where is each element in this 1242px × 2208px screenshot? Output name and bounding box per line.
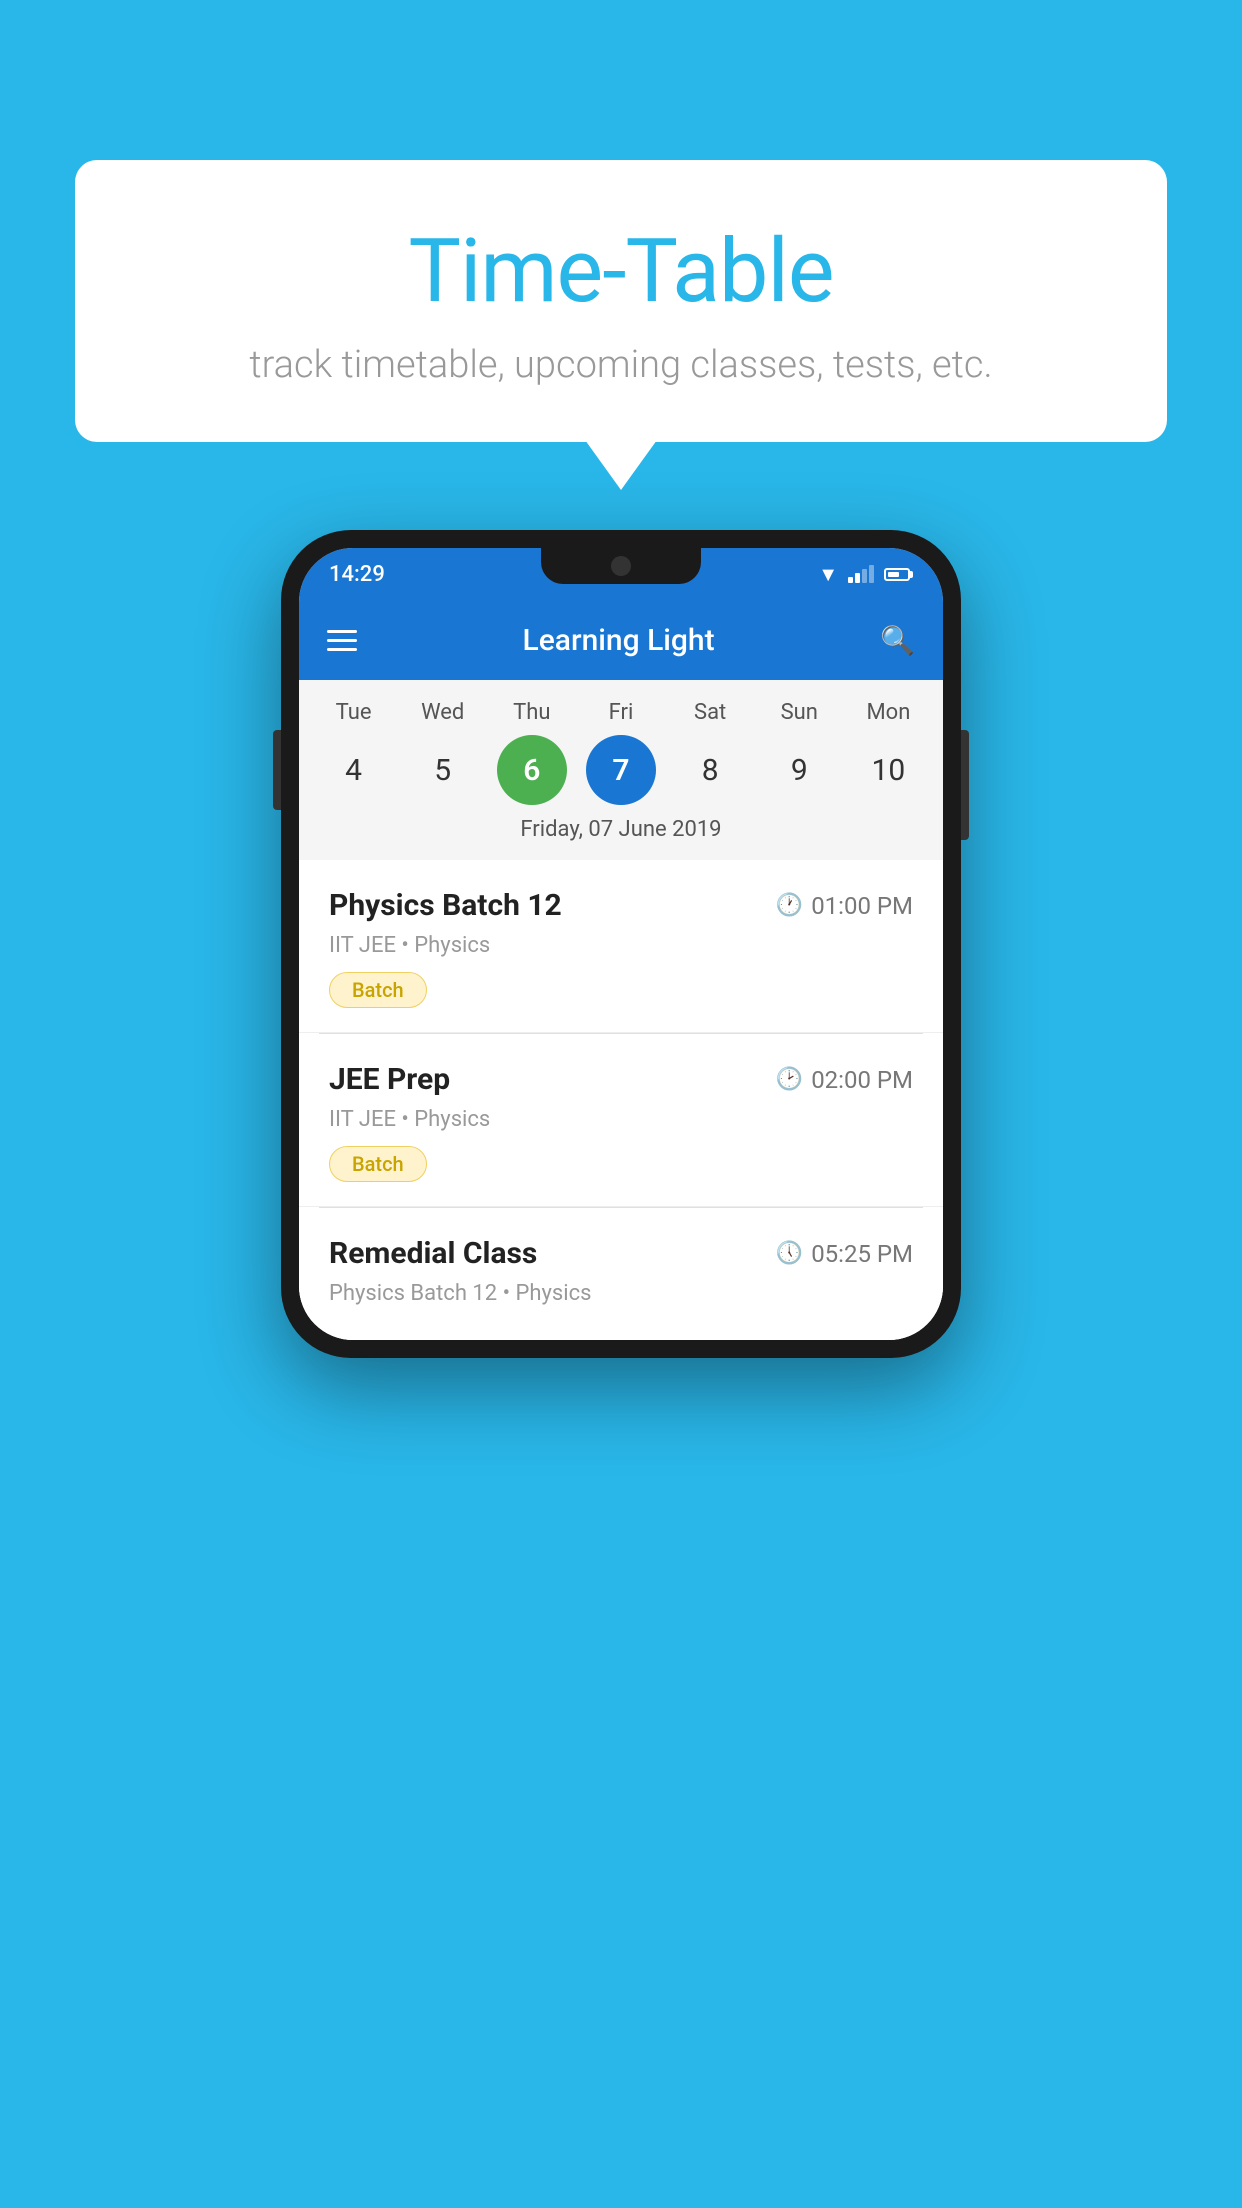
schedule-item-1-badge: Batch: [329, 972, 427, 1008]
phone-notch: [541, 548, 701, 584]
schedule-item-2[interactable]: JEE Prep 🕑 02:00 PM IIT JEE • Physics Ba…: [299, 1034, 943, 1207]
schedule-item-1-title: Physics Batch 12: [329, 888, 562, 923]
day-8[interactable]: 8: [675, 735, 745, 805]
phone-screen: 14:29 ▼: [299, 548, 943, 1340]
schedule-item-2-header: JEE Prep 🕑 02:00 PM: [329, 1062, 913, 1097]
schedule-list: Physics Batch 12 🕐 01:00 PM IIT JEE • Ph…: [299, 860, 943, 1340]
schedule-item-2-badge: Batch: [329, 1146, 427, 1182]
phone-container: 14:29 ▼: [281, 530, 961, 1358]
day-name-tue: Tue: [319, 700, 389, 725]
hamburger-menu-button[interactable]: [327, 630, 357, 651]
battery-icon: [884, 568, 913, 581]
day-5[interactable]: 5: [408, 735, 478, 805]
day-name-mon: Mon: [853, 700, 923, 725]
day-name-fri: Fri: [586, 700, 656, 725]
speech-bubble: Time-Table track timetable, upcoming cla…: [75, 160, 1167, 442]
day-names-row: Tue Wed Thu Fri Sat Sun Mon: [309, 700, 933, 725]
bubble-title: Time-Table: [125, 220, 1117, 323]
bubble-subtitle: track timetable, upcoming classes, tests…: [125, 343, 1117, 387]
status-time: 14:29: [329, 562, 385, 587]
day-6-today[interactable]: 6: [497, 735, 567, 805]
day-numbers-row: 4 5 6 7 8 9 10: [309, 735, 933, 805]
schedule-item-2-title: JEE Prep: [329, 1062, 450, 1097]
day-name-sun: Sun: [764, 700, 834, 725]
front-camera: [611, 556, 631, 576]
schedule-item-2-subtitle: IIT JEE • Physics: [329, 1107, 913, 1132]
search-icon[interactable]: 🔍: [880, 624, 915, 657]
clock-icon-1: 🕐: [776, 893, 803, 918]
schedule-item-1-time: 🕐 01:00 PM: [776, 892, 913, 920]
day-4[interactable]: 4: [319, 735, 389, 805]
day-9[interactable]: 9: [764, 735, 834, 805]
calendar-strip: Tue Wed Thu Fri Sat Sun Mon 4 5 6 7 8 9 …: [299, 680, 943, 860]
signal-icon: [848, 565, 874, 583]
status-icons: ▼: [818, 562, 913, 587]
day-name-wed: Wed: [408, 700, 478, 725]
app-bar: Learning Light 🔍: [299, 600, 943, 680]
day-10[interactable]: 10: [853, 735, 923, 805]
day-name-sat: Sat: [675, 700, 745, 725]
speech-bubble-container: Time-Table track timetable, upcoming cla…: [75, 160, 1167, 442]
phone-frame: 14:29 ▼: [281, 530, 961, 1358]
clock-icon-3: 🕔: [776, 1241, 803, 1266]
selected-date-label: Friday, 07 June 2019: [309, 805, 933, 850]
day-7-selected[interactable]: 7: [586, 735, 656, 805]
schedule-item-3-header: Remedial Class 🕔 05:25 PM: [329, 1236, 913, 1271]
clock-icon-2: 🕑: [776, 1067, 803, 1092]
schedule-item-1-header: Physics Batch 12 🕐 01:00 PM: [329, 888, 913, 923]
app-title: Learning Light: [357, 623, 880, 658]
schedule-item-3-subtitle: Physics Batch 12 • Physics: [329, 1281, 913, 1306]
schedule-item-3-time: 🕔 05:25 PM: [776, 1240, 913, 1268]
day-name-thu: Thu: [497, 700, 567, 725]
schedule-item-3-title: Remedial Class: [329, 1236, 537, 1271]
schedule-item-1-subtitle: IIT JEE • Physics: [329, 933, 913, 958]
schedule-item-2-time: 🕑 02:00 PM: [776, 1066, 913, 1094]
schedule-item-3[interactable]: Remedial Class 🕔 05:25 PM Physics Batch …: [299, 1208, 943, 1340]
schedule-item-1[interactable]: Physics Batch 12 🕐 01:00 PM IIT JEE • Ph…: [299, 860, 943, 1033]
wifi-icon: ▼: [818, 562, 838, 587]
